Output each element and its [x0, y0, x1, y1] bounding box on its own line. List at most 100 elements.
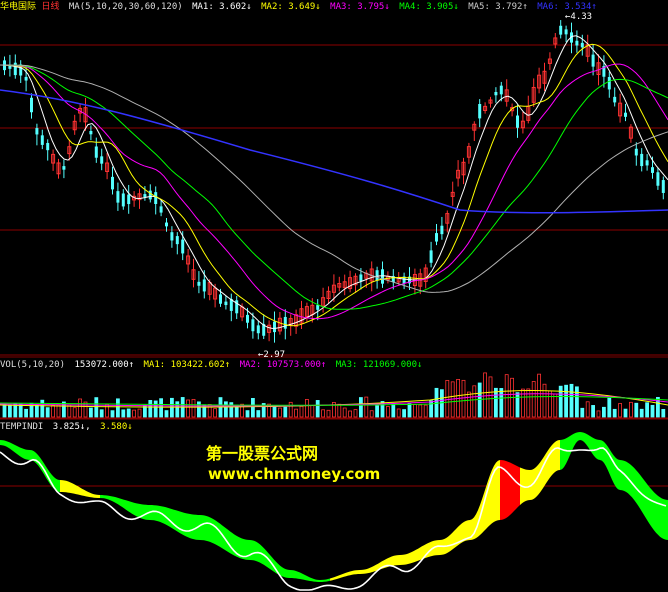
volume-bar	[402, 409, 407, 418]
candle-body	[24, 76, 28, 81]
volume-bar	[132, 409, 137, 418]
stock-title: 华电国际	[0, 2, 37, 12]
volume-bar	[531, 381, 536, 418]
candle-body	[661, 180, 665, 193]
volume-bar	[35, 404, 39, 418]
volume-bar	[466, 391, 471, 418]
volume-bar	[191, 398, 196, 418]
stock-chart[interactable]: ←4.33←2.97	[0, 0, 668, 592]
candle-body	[656, 172, 660, 186]
volume-bar	[342, 407, 347, 418]
volume-bar	[72, 407, 77, 418]
volume-bar	[461, 379, 466, 418]
candle-body	[219, 294, 222, 304]
ma120-line	[0, 89, 668, 214]
volume-bar	[423, 404, 428, 418]
candle-body	[440, 225, 444, 235]
volume-bar	[477, 382, 482, 418]
candle-body	[202, 279, 206, 292]
volume-bar	[407, 403, 412, 418]
indicator-band	[60, 480, 100, 498]
candle-body	[256, 325, 260, 334]
volume-bar	[369, 410, 374, 418]
volume-bar	[375, 405, 380, 418]
watermark-title: 第一股票公式网	[206, 444, 319, 463]
volume-bar	[569, 383, 574, 418]
volume-bar	[488, 376, 493, 418]
vol-ma1: MA1: 103422.602↑	[143, 360, 231, 370]
volume-bar	[40, 399, 45, 418]
candle-body	[181, 239, 185, 254]
watermark-url[interactable]: www.chnmoney.com	[208, 465, 380, 483]
volume-bar	[137, 408, 142, 418]
volume-bar	[504, 374, 509, 418]
indicator-band	[0, 440, 60, 492]
candle-body	[111, 176, 114, 190]
volume-header: VOL(5,10,20) 153072.000↑ MA1: 103422.602…	[0, 358, 426, 372]
candle-body	[645, 160, 649, 166]
ma4-value: MA4: 3.905↓	[399, 2, 459, 12]
candle-body	[127, 194, 131, 205]
volume-bar	[634, 402, 639, 418]
vol-value: 153072.000↑	[74, 360, 135, 370]
candle-body	[478, 103, 482, 119]
candle-body	[165, 222, 168, 227]
volume-bar	[2, 404, 7, 418]
volume-bar	[548, 390, 552, 418]
candle-body	[499, 85, 503, 95]
volume-bar	[429, 400, 434, 418]
volume-bar	[13, 403, 18, 418]
volume-bar	[326, 409, 331, 418]
volume-bar	[51, 404, 55, 418]
volume-bar	[299, 405, 304, 418]
period-label: 日线	[41, 2, 60, 12]
volume-bar	[45, 407, 50, 418]
volume-bar	[283, 406, 288, 418]
volume-bar	[245, 410, 250, 418]
volume-bar	[585, 401, 590, 418]
volume-bar	[83, 401, 88, 418]
volume-bar	[493, 387, 498, 418]
candle-body	[575, 40, 579, 46]
volume-bar	[223, 401, 228, 418]
candle-body	[100, 156, 104, 164]
vol-ma2: MA2: 107573.000↑	[239, 360, 327, 370]
volume-bar	[288, 401, 293, 418]
volume-bar	[256, 410, 261, 418]
volume-bar	[7, 404, 12, 418]
volume-bar	[89, 407, 93, 418]
volume-bar	[396, 408, 401, 418]
volume-bar	[515, 392, 520, 418]
ma60-line	[0, 64, 668, 293]
volume-bar	[564, 384, 568, 418]
volume-bar	[348, 410, 353, 418]
volume-bar	[537, 373, 541, 418]
candle-body	[13, 62, 17, 76]
candle-body	[516, 115, 519, 128]
volume-bar	[618, 403, 622, 418]
candle-body	[435, 233, 438, 242]
volume-bar	[310, 405, 315, 418]
candle-body	[148, 190, 152, 200]
volume-bar	[661, 408, 666, 418]
volume-bar	[364, 396, 369, 418]
candle-body	[159, 206, 163, 213]
volume-bar	[186, 399, 191, 418]
ma5-value: MA5: 3.792↑	[468, 2, 528, 12]
volume-bar	[580, 407, 585, 418]
volume-bar	[650, 404, 655, 418]
candle-body	[251, 319, 255, 332]
volume-bar	[521, 388, 525, 418]
volume-bar	[99, 409, 104, 418]
volume-bar	[294, 408, 299, 418]
volume-bar	[472, 385, 477, 418]
candle-body	[30, 97, 33, 113]
volume-bar	[358, 397, 363, 418]
ma1-value: MA1: 3.602↓	[192, 2, 252, 12]
volume-bar	[116, 398, 120, 418]
volume-bar	[277, 407, 282, 418]
volume-bar	[418, 404, 423, 418]
candle-body	[246, 314, 249, 323]
volume-bar	[385, 406, 390, 418]
volume-bar	[542, 383, 547, 418]
